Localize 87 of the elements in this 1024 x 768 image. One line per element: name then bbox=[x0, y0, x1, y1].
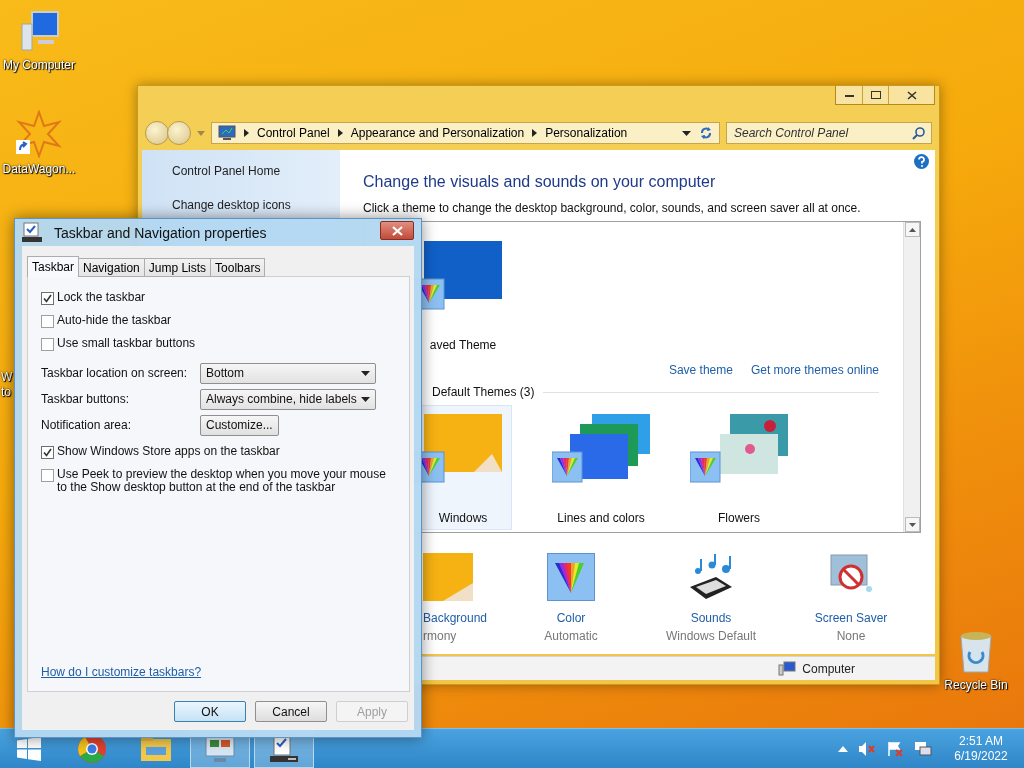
chevron-right-icon bbox=[337, 129, 343, 137]
maximize-icon bbox=[870, 91, 881, 99]
network-icon bbox=[914, 740, 932, 757]
checkbox-label[interactable]: Lock the taskbar bbox=[57, 291, 146, 304]
chevron-right-icon bbox=[532, 129, 538, 137]
status-text: Computer bbox=[802, 661, 855, 676]
breadcrumb-item[interactable]: Personalization bbox=[545, 126, 628, 140]
setting-value: None bbox=[836, 629, 866, 643]
tab[interactable]: Taskbar bbox=[27, 256, 80, 277]
checkbox[interactable] bbox=[41, 315, 54, 328]
speaker-muted-icon bbox=[858, 740, 876, 757]
breadcrumb-item[interactable]: Appearance and Personalization bbox=[350, 126, 525, 140]
help-icon[interactable] bbox=[914, 154, 929, 169]
customize-button[interactable]: Customize... bbox=[200, 414, 279, 436]
caret-icon bbox=[361, 370, 370, 376]
wallpaper-icon bbox=[423, 553, 473, 601]
field-label: Taskbar buttons: bbox=[41, 392, 131, 406]
tray-button[interactable] bbox=[838, 745, 848, 752]
tray-button[interactable] bbox=[886, 740, 904, 757]
scrollbar[interactable] bbox=[903, 222, 920, 532]
field-label: Taskbar location on screen: bbox=[41, 366, 189, 380]
scroll-up-icon bbox=[908, 227, 916, 232]
sidebar-link[interactable]: Change desktop icons bbox=[172, 198, 340, 212]
star-logo-icon bbox=[16, 110, 62, 158]
checkbox-label[interactable]: Use Peek to preview the desktop when you move your mouse to the Show desktop button at the end of the taskbar bbox=[57, 468, 397, 494]
setting-link[interactable]: Screen Saver bbox=[814, 611, 888, 625]
minimize-icon bbox=[844, 93, 854, 97]
recycle-bin-icon bbox=[958, 630, 994, 674]
clock[interactable]: 2:51 AM 6/19/2022 bbox=[948, 733, 1014, 764]
checkbox-label[interactable]: Use small taskbar buttons bbox=[57, 337, 196, 350]
caret-icon[interactable] bbox=[682, 130, 691, 136]
tray-button[interactable] bbox=[858, 740, 876, 757]
close-icon bbox=[906, 90, 917, 100]
search-field[interactable]: Search Control Panel bbox=[732, 125, 912, 141]
tab[interactable]: Toolbars bbox=[210, 258, 266, 277]
setting-value: Automatic bbox=[544, 629, 598, 643]
setting-value: rmony bbox=[423, 629, 457, 643]
close-button[interactable] bbox=[888, 86, 934, 104]
setting-link[interactable]: Sounds bbox=[690, 611, 732, 625]
dialog-button[interactable]: OK bbox=[174, 701, 246, 722]
checkbox-label[interactable]: Show Windows Store apps on the taskbar bbox=[57, 445, 280, 458]
setting-link[interactable]: Color bbox=[556, 611, 586, 625]
theme-item[interactable]: Lines and colors bbox=[552, 405, 650, 530]
help-link[interactable]: How do I customize taskbars? bbox=[41, 665, 202, 679]
theme-link[interactable]: Save theme bbox=[668, 363, 733, 377]
computer-icon bbox=[18, 10, 60, 54]
tab[interactable]: Navigation bbox=[78, 258, 145, 277]
scroll-down-icon bbox=[908, 522, 916, 527]
flag-alert-icon bbox=[886, 740, 904, 757]
address-bar[interactable]: Control Panel Appearance and Personalization Personalization bbox=[211, 122, 720, 144]
dialog-title: Taskbar and Navigation properties bbox=[54, 224, 268, 241]
computer-icon bbox=[778, 661, 797, 676]
chevron-up-icon bbox=[838, 745, 848, 752]
windows-logo-icon bbox=[17, 736, 41, 761]
search-icon bbox=[912, 126, 926, 140]
search-box[interactable]: Search Control Panel bbox=[726, 122, 932, 144]
tab[interactable]: Jump Lists bbox=[143, 258, 212, 277]
group-header: Default Themes (3) bbox=[432, 385, 535, 399]
sidebar-link[interactable]: Control Panel Home bbox=[172, 164, 340, 178]
theme-item[interactable]: Flowers bbox=[690, 405, 788, 530]
field-label: Notification area: bbox=[41, 418, 133, 432]
page-description: Click a theme to change the desktop background, color, sounds, and screen saver all at once. bbox=[363, 201, 862, 215]
chevron-right-icon bbox=[244, 129, 249, 137]
breadcrumb-item[interactable]: Control Panel bbox=[257, 126, 330, 140]
checkbox[interactable] bbox=[41, 446, 54, 459]
close-button[interactable] bbox=[380, 221, 414, 240]
checkbox[interactable] bbox=[41, 338, 54, 351]
theme-link[interactable]: Get more themes online bbox=[750, 363, 879, 377]
caret-icon bbox=[361, 396, 370, 402]
close-icon bbox=[391, 225, 403, 236]
dropdown[interactable]: Always combine, hide labels bbox=[200, 388, 376, 410]
setting-link[interactable]: Background bbox=[423, 611, 488, 625]
control-panel-icon bbox=[218, 125, 236, 141]
maximize-button[interactable] bbox=[862, 86, 888, 104]
dialog-button[interactable]: Cancel bbox=[255, 701, 327, 722]
page-heading: Change the visuals and sounds on your computer bbox=[363, 173, 717, 191]
checkbox[interactable] bbox=[41, 292, 54, 305]
check-icon bbox=[42, 447, 53, 458]
checkbox[interactable] bbox=[41, 469, 54, 482]
tray-button[interactable] bbox=[914, 740, 932, 757]
setting-value: Windows Default bbox=[665, 629, 756, 643]
dropdown[interactable]: Bottom bbox=[200, 362, 376, 384]
color-palette-icon bbox=[547, 553, 595, 601]
checkbox-label[interactable]: Auto-hide the taskbar bbox=[57, 314, 172, 327]
minimize-button[interactable] bbox=[836, 86, 862, 104]
check-icon bbox=[42, 293, 53, 304]
refresh-icon[interactable] bbox=[699, 126, 713, 140]
